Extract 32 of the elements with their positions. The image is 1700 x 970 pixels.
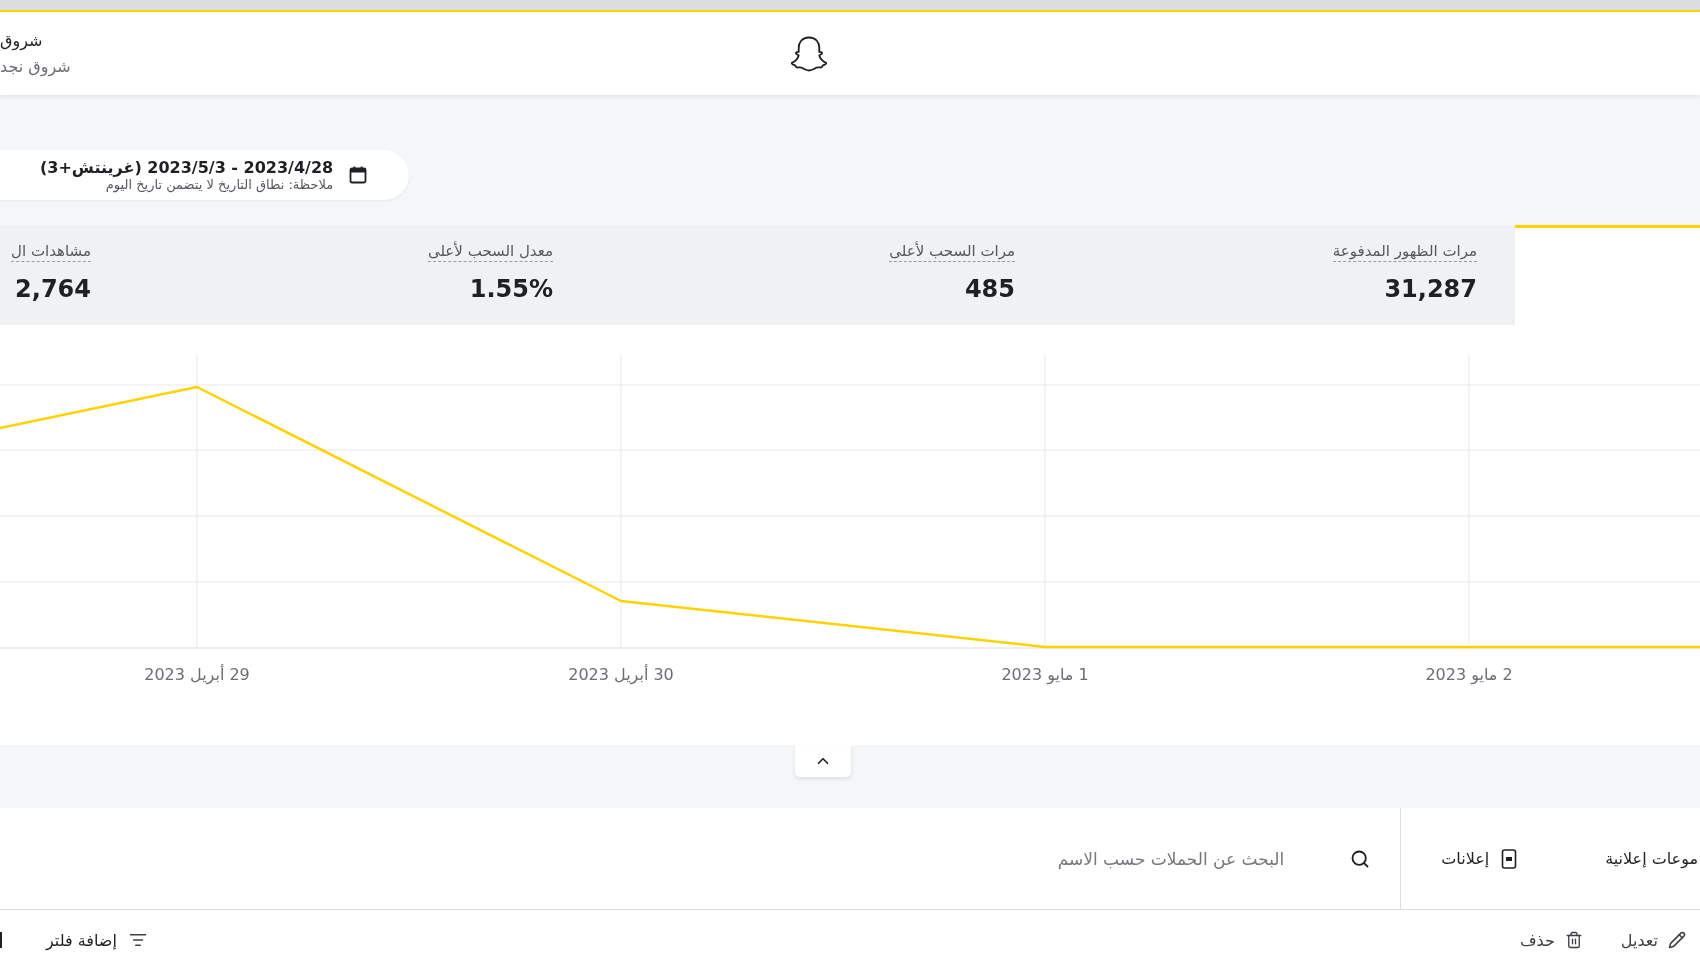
account-name: شروق xyxy=(0,30,43,51)
tab[interactable]: موعات إعلانية xyxy=(1605,808,1698,909)
filter-icon xyxy=(128,931,147,949)
add-filter-button[interactable]: إضافة فلتر xyxy=(46,926,147,954)
ghost-logo-icon xyxy=(791,35,827,72)
axis-label: 2 مايو 2023 xyxy=(1425,665,1513,684)
metric-value: 2,764 xyxy=(15,274,91,304)
account-subtitle: شروق نجد xyxy=(0,56,71,77)
date-range-note: ملاحظة: نطاق التاريخ لا يتضمن تاريخ اليوم xyxy=(105,176,334,193)
metric-label: مرات السحب لأعلى xyxy=(889,242,1015,262)
tab[interactable]: إعلانات xyxy=(1441,808,1518,909)
metric-value: 31,287 xyxy=(1384,274,1477,304)
pencil-icon xyxy=(1668,931,1686,949)
search-field[interactable]: البحث عن الحملات حسب الاسم xyxy=(864,844,1285,873)
edit-button[interactable]: تعديل xyxy=(1620,926,1686,954)
date-range-text: 2023/4/28 - 2023/5/3 (غرينتش+3) xyxy=(40,157,334,177)
metric-label: مرات الظهور المدفوعة xyxy=(1332,242,1477,262)
calendar-icon xyxy=(349,166,368,184)
metric-tab[interactable] xyxy=(1515,225,1700,325)
metric-label: معدل السحب لأعلى xyxy=(427,242,553,262)
metric-label: مشاهدات ال xyxy=(11,242,91,262)
axis-label: 1 مايو 2023 xyxy=(1001,665,1089,684)
metric-value: 485 xyxy=(964,274,1015,304)
phone-icon xyxy=(1501,848,1518,869)
delete-button[interactable]: حذف xyxy=(1520,926,1583,954)
date-range-picker[interactable]: 2023/4/28 - 2023/5/3 (غرينتش+3) ملاحظة: نطاق التاريخ لا يتضمن تاريخ اليوم xyxy=(0,150,410,200)
collapse-toggle-button[interactable] xyxy=(795,745,851,777)
metric-value: 1.55% xyxy=(469,274,553,304)
search-icon xyxy=(1350,848,1371,869)
axis-label: 29 أبريل 2023 xyxy=(144,665,250,684)
axis-label: 30 أبريل 2023 xyxy=(568,665,674,684)
trash-icon xyxy=(1564,931,1583,949)
